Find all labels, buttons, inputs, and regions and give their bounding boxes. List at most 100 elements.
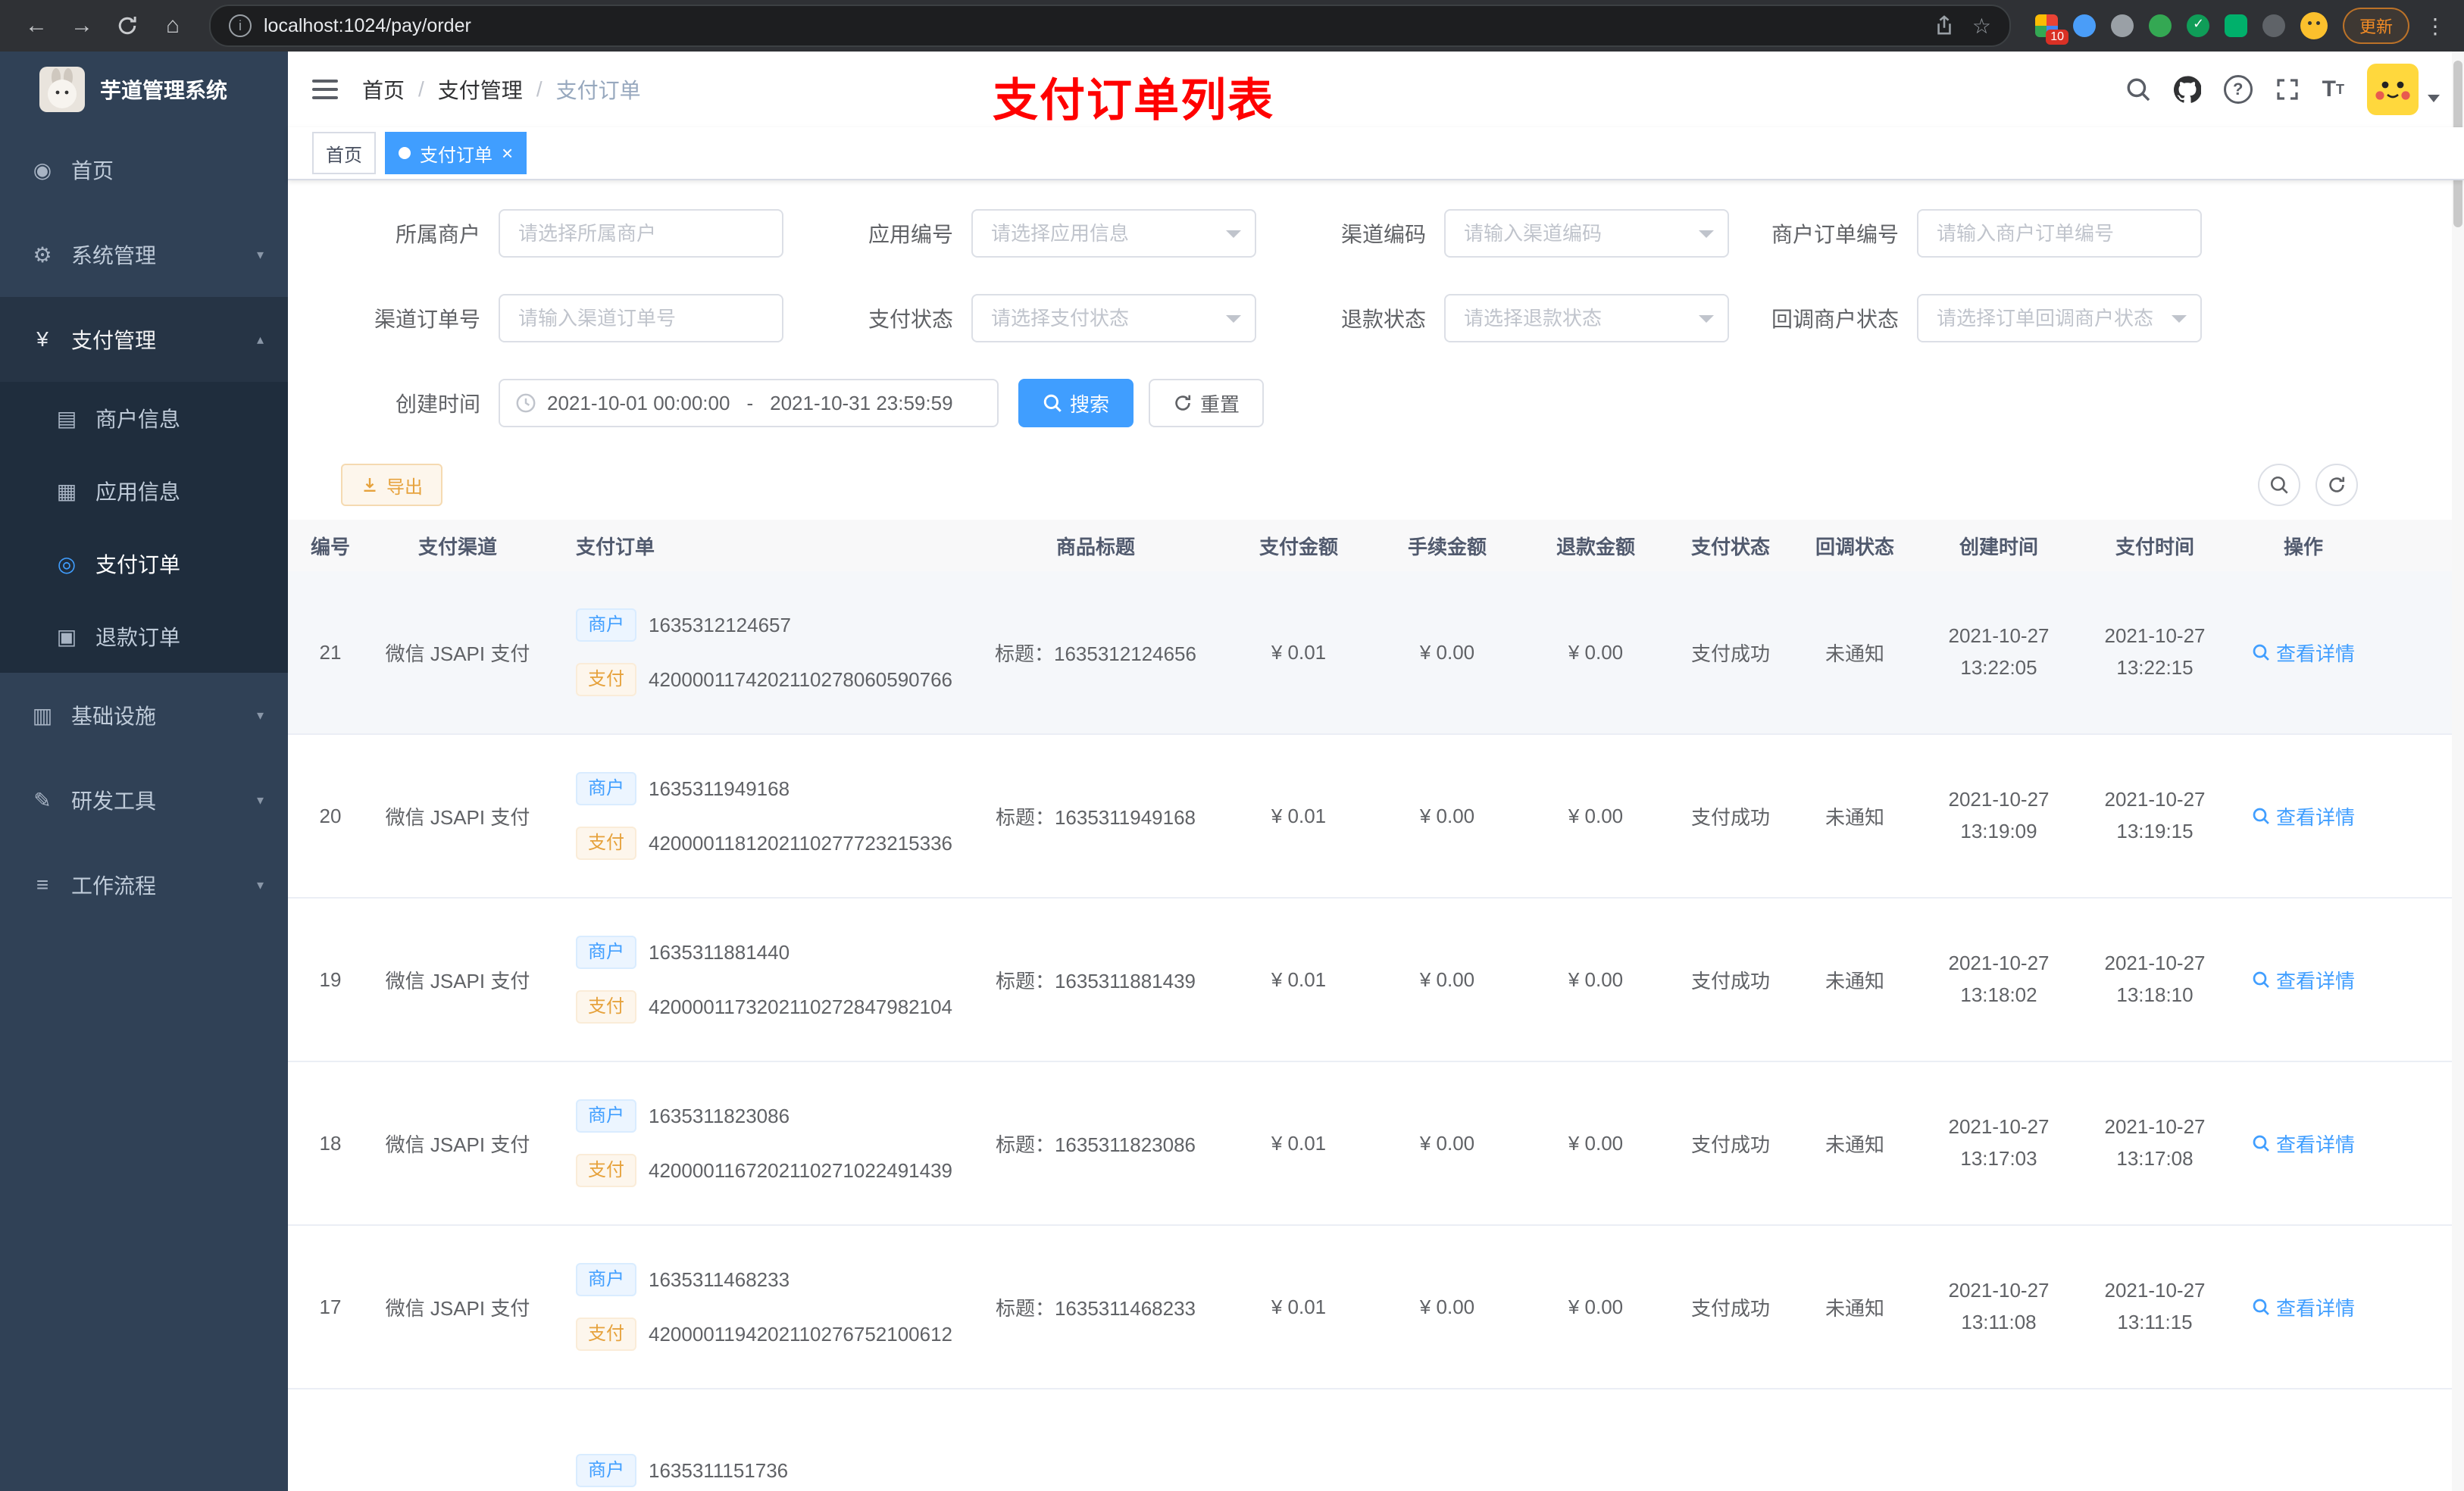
page-scrollbar[interactable] [2452, 52, 2464, 1491]
view-detail-link[interactable]: 查看详情 [2252, 802, 2355, 830]
browser-profile-icon[interactable] [2300, 12, 2328, 39]
tab-close-icon[interactable]: × [502, 143, 513, 163]
merchant-input[interactable] [499, 209, 783, 258]
cell-refund: ¥ 0.00 [1568, 967, 1624, 991]
sidebar-item-label: 研发工具 [71, 789, 157, 813]
date-end: 2021-10-31 23:59:59 [770, 391, 953, 414]
app-select[interactable] [971, 209, 1256, 258]
view-detail-link[interactable]: 查看详情 [2252, 966, 2355, 994]
tab-pay-order[interactable]: 支付订单 × [385, 132, 527, 174]
extension-gray-icon[interactable] [2110, 14, 2134, 37]
view-detail-link[interactable]: 查看详情 [2252, 1130, 2355, 1158]
date-line: 2021-10-27 [2104, 1279, 2206, 1302]
breadcrumb-home[interactable]: 首页 [362, 74, 405, 105]
view-detail-link[interactable]: 查看详情 [2252, 639, 2355, 667]
create-time-range-input[interactable]: 2021-10-01 00:00:00 - 2021-10-31 23:59:5… [499, 379, 999, 427]
extension-green-icon[interactable] [2148, 14, 2172, 37]
cell-pay-order: 商户 1635311468233 支付 42000011942021102767… [543, 1226, 967, 1388]
forward-icon[interactable]: → [61, 6, 103, 45]
home-icon[interactable]: ⌂ [152, 6, 194, 45]
browser-update-button[interactable]: 更新 [2342, 8, 2409, 44]
extension-grid-icon[interactable]: 10 [2034, 14, 2068, 45]
pay-status-select[interactable] [971, 294, 1256, 342]
search-button[interactable]: 搜索 [1018, 379, 1134, 427]
site-info-icon[interactable]: i [229, 14, 252, 37]
breadcrumb-current: 支付订单 [555, 79, 641, 102]
cell-create-time: 2021-10-27 13:17:03 [1918, 1062, 2079, 1224]
col-title: 商品标题 [1055, 535, 1135, 558]
breadcrumb-pay[interactable]: 支付管理 [438, 74, 523, 105]
github-icon[interactable] [2173, 76, 2201, 103]
notify-status-select[interactable] [1917, 294, 2202, 342]
sidebar-item-home[interactable]: ◉ 首页 [0, 127, 288, 212]
fullscreen-icon[interactable] [2275, 77, 2300, 102]
sidebar-item-merchant-info[interactable]: ▤ 商户信息 [0, 382, 288, 455]
browser-menu-icon[interactable]: ⋮ [2425, 14, 2446, 39]
tab-label: 首页 [326, 145, 362, 166]
sidebar-logo[interactable]: 芋道管理系统 [0, 52, 288, 127]
search-icon [2253, 1135, 2269, 1152]
tab-label: 支付订单 [420, 145, 492, 166]
header-actions: ? TT [2125, 64, 2440, 115]
chevron-up-icon: ▴ [256, 331, 264, 347]
cell-refund: ¥ 0.00 [1568, 804, 1624, 827]
address-bar[interactable]: i localhost:1024/pay/order ☆ [209, 5, 2011, 47]
view-detail-label: 查看详情 [2275, 805, 2355, 829]
date-line: 2021-10-27 [1948, 1279, 2050, 1302]
help-icon[interactable]: ? [2223, 75, 2253, 104]
time-line: 13:19:15 [2116, 820, 2194, 842]
extension-check-icon[interactable] [2186, 14, 2209, 37]
export-button[interactable]: 导出 [341, 464, 442, 506]
sidebar-item-pay-order[interactable]: ◎ 支付订单 [0, 527, 288, 600]
refund-status-select[interactable] [1444, 294, 1729, 342]
tab-home[interactable]: 首页 [312, 132, 376, 174]
collapse-sidebar-icon[interactable] [312, 80, 338, 99]
url-text[interactable]: localhost:1024/pay/order [264, 15, 1934, 37]
date-line: 2021-10-27 [2104, 1115, 2206, 1139]
reset-button-label: 重置 [1200, 392, 1240, 416]
merchant-order-input[interactable] [1917, 209, 2202, 258]
extension-blue-icon[interactable] [2072, 14, 2096, 37]
refresh-table-button[interactable] [2315, 464, 2358, 506]
extension-dark-icon[interactable] [2262, 14, 2285, 37]
share-icon[interactable] [1934, 15, 1954, 36]
col-pay-order: 支付订单 [576, 535, 655, 558]
date-line: 2021-10-27 [1948, 1115, 2050, 1139]
pay-tag: 支付 [576, 827, 636, 860]
card-icon: ▤ [56, 406, 77, 430]
back-icon[interactable]: ← [15, 6, 58, 45]
user-avatar[interactable] [2367, 64, 2440, 115]
sidebar-item-label: 支付管理 [71, 329, 157, 352]
sidebar-item-label: 首页 [71, 159, 114, 183]
cell-notify-status: 未通知 [1825, 805, 1884, 829]
bookmark-star-icon[interactable]: ☆ [1972, 14, 1991, 39]
export-button-label: 导出 [386, 477, 423, 498]
cell-pay-time: 2021-10-27 13:19:15 [2079, 735, 2231, 897]
sidebar-item-infra[interactable]: ▥ 基础设施 ▾ [0, 673, 288, 758]
search-icon [2270, 476, 2288, 494]
table-header: 编号 支付渠道 支付订单 商品标题 支付金额 手续金额 退款金额 支付状态 回调… [288, 520, 2464, 571]
sidebar-item-app-info[interactable]: ▦ 应用信息 [0, 455, 288, 527]
view-detail-link[interactable]: 查看详情 [2252, 1293, 2355, 1321]
cell-pay-status: 支付成功 [1690, 805, 1770, 829]
sidebar-item-payment[interactable]: ¥ 支付管理 ▴ [0, 297, 288, 382]
cell-action: 查看详情 [2231, 1226, 2376, 1388]
pikachu-avatar-icon [2367, 64, 2419, 115]
doc-icon: ▣ [56, 624, 77, 649]
reset-button[interactable]: 重置 [1149, 379, 1265, 427]
pay-order-no: 4200001174202110278060590766 [649, 667, 953, 691]
sidebar-item-label: 商户信息 [95, 408, 181, 431]
reload-icon[interactable] [106, 6, 149, 45]
toggle-search-button[interactable] [2258, 464, 2300, 506]
sidebar-item-devtools[interactable]: ✎ 研发工具 ▾ [0, 758, 288, 842]
font-size-icon[interactable]: TT [2322, 78, 2344, 101]
channel-order-input[interactable] [499, 294, 783, 342]
sidebar-item-system[interactable]: ⚙ 系统管理 ▾ [0, 212, 288, 297]
channel-code-select[interactable] [1444, 209, 1729, 258]
search-icon[interactable] [2125, 77, 2151, 102]
extension-chat-icon[interactable] [2224, 14, 2247, 37]
sidebar-item-workflow[interactable]: ≡ 工作流程 ▾ [0, 842, 288, 927]
sidebar-item-refund-order[interactable]: ▣ 退款订单 [0, 600, 288, 673]
browser-toolbar: ← → ⌂ i localhost:1024/pay/order ☆ 10 ✓ … [0, 0, 2464, 52]
time-line: 13:17:08 [2116, 1147, 2194, 1170]
